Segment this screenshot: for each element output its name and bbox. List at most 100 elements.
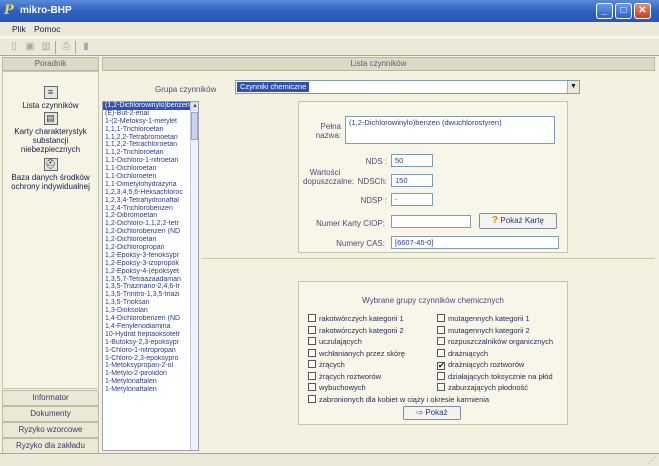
list-item[interactable]: 1,1,1-Trichloroetan bbox=[103, 126, 191, 134]
minimize-button[interactable]: _ bbox=[596, 3, 613, 19]
list-item[interactable]: 1-Chloro-2,3-epoksypro bbox=[103, 355, 191, 363]
ciop-field[interactable] bbox=[391, 215, 471, 228]
show-button[interactable]: ⇨ Pokaż bbox=[403, 406, 461, 420]
checkbox-box[interactable] bbox=[308, 360, 316, 368]
list-item[interactable]: 1-Metylo-2-pirolidon bbox=[103, 370, 191, 378]
nds-field[interactable]: 50 bbox=[391, 154, 433, 167]
list-item[interactable]: 1,1-Dimetylohydrazyna bbox=[103, 181, 191, 189]
group-checkbox[interactable]: uczulających bbox=[308, 337, 362, 346]
group-checkbox[interactable]: rozpuszczalników organicznych bbox=[437, 337, 553, 346]
list-item[interactable]: 1,4-Dichlorobenzen (ND bbox=[103, 315, 191, 323]
list-item[interactable]: 1,1,2,2-Tetrachloroetan bbox=[103, 141, 191, 149]
list-item[interactable]: 1,4-Fenylenodiamina bbox=[103, 323, 191, 331]
left-panel-header[interactable]: Poradnik bbox=[2, 57, 99, 71]
list-scrollbar[interactable]: ▲ bbox=[190, 102, 198, 450]
list-item[interactable]: 10-Hydrat heptaoksotetr bbox=[103, 331, 191, 339]
nav-karty-charakterystyk[interactable]: ▤ Karty charakterystyk substancji niebez… bbox=[3, 112, 98, 154]
list-item[interactable]: 1-(2-Metoksy-1-metylet bbox=[103, 118, 191, 126]
list-item[interactable]: 1,3,5-Trinitro-1,3,5-triazi bbox=[103, 291, 191, 299]
checkbox-box[interactable] bbox=[308, 325, 316, 334]
list-item[interactable]: 1,2-Dichloropropan bbox=[103, 244, 191, 252]
list-item[interactable]: 1-Metylonaftalen bbox=[103, 378, 191, 386]
checkbox-box[interactable] bbox=[308, 348, 316, 357]
list-item[interactable]: (E)-But-2-enal bbox=[103, 110, 191, 118]
list-item[interactable]: 1,1,2,2-Tetrabromoetan bbox=[103, 134, 191, 142]
checkbox-box[interactable] bbox=[308, 314, 316, 322]
dokumenty-button[interactable]: Dokumenty bbox=[2, 406, 99, 422]
ndsp-field[interactable]: - bbox=[391, 193, 433, 206]
checkbox-box[interactable] bbox=[308, 371, 316, 380]
nav-lista-czynnikow[interactable]: ≡ Lista czynników bbox=[3, 86, 98, 110]
group-checkbox[interactable]: mutagennych kategorii 1 bbox=[437, 314, 530, 323]
cas-field[interactable]: [6607-45-0] bbox=[391, 236, 559, 249]
list-item[interactable]: 1,2,3,4-Tetrahydronaftal bbox=[103, 197, 191, 205]
list-item[interactable]: 1,2-Epoksy-3-fenoksypr bbox=[103, 252, 191, 260]
checkbox-box[interactable] bbox=[437, 325, 445, 334]
checkbox-box[interactable] bbox=[437, 383, 445, 391]
list-item[interactable]: 1-Metoksypropan-2-ol bbox=[103, 362, 191, 370]
group-checkbox[interactable]: rakotwórczych kategorii 2 bbox=[308, 325, 404, 335]
list-item[interactable]: 1,2-Epoksy-4-(epoksyet bbox=[103, 268, 191, 276]
informator-button[interactable]: Informator bbox=[2, 390, 99, 406]
group-checkbox[interactable]: wchłanianych przez skórę bbox=[308, 348, 405, 358]
list-item[interactable]: 1,2-Dichlorobenzen (ND bbox=[103, 228, 191, 236]
checkbox-box[interactable] bbox=[437, 348, 445, 357]
nav-baza-srodkow-ochrony[interactable]: ⛑ Baza danych środków ochrony indywidual… bbox=[3, 158, 98, 191]
scroll-thumb[interactable] bbox=[191, 112, 198, 140]
menu-pomoc[interactable]: Pomoc bbox=[34, 24, 60, 34]
list-item[interactable]: 1,2-Dibromoetan bbox=[103, 212, 191, 220]
ryzyko-dla-zakladu-button[interactable]: Ryzyko dla zakładu bbox=[2, 438, 99, 454]
list-item[interactable]: 1,2,4-Trichlorobenzen bbox=[103, 205, 191, 213]
new-icon[interactable]: ▯ bbox=[8, 41, 20, 53]
group-select[interactable]: Czynniki chemiczne ▼ bbox=[235, 80, 580, 94]
group-checkbox[interactable]: mutagennych kategorii 2 bbox=[437, 325, 530, 335]
list-item[interactable]: 1,1-Dichloroetan bbox=[103, 165, 191, 173]
checkbox-box[interactable] bbox=[308, 383, 316, 391]
list-item[interactable]: 1,1-Dichloroeten bbox=[103, 173, 191, 181]
checkbox-box[interactable] bbox=[437, 371, 445, 380]
ryzyko-wzorcowe-button[interactable]: Ryzyko wzorcowe bbox=[2, 422, 99, 438]
group-checkbox[interactable]: wybuchowych bbox=[308, 383, 366, 392]
list-item[interactable]: 1-Metylonaftalen bbox=[103, 386, 191, 394]
export-icon[interactable]: ▮ bbox=[80, 41, 92, 53]
list-item[interactable]: 1,3,5-Trioksan bbox=[103, 299, 191, 307]
group-checkbox[interactable]: żrących bbox=[308, 360, 345, 369]
checkbox-box[interactable] bbox=[308, 395, 316, 403]
save-icon[interactable]: ▣ bbox=[24, 41, 36, 53]
group-checkbox[interactable]: działających toksycznie na płód bbox=[437, 371, 553, 381]
group-checkbox[interactable]: drażniących bbox=[437, 348, 488, 358]
list-item[interactable]: 1,2-Dichloroetan bbox=[103, 236, 191, 244]
factor-list[interactable]: (1,2-Dichlorowinylo)benzen (E)-But-2-enal… bbox=[102, 101, 199, 451]
checkbox-box[interactable] bbox=[437, 314, 445, 322]
list-item[interactable]: 1-Butoksy-2,3-epoksypr bbox=[103, 339, 191, 347]
group-checkbox[interactable]: zabronionych dla kobiet w ciąży i okresi… bbox=[308, 395, 489, 404]
resize-grip-icon[interactable]: ⋰ bbox=[648, 456, 657, 465]
list-item[interactable]: 1,3,5-Triazinano-2,4,6-tr bbox=[103, 283, 191, 291]
group-checkbox[interactable]: ✔ drażniących roztworów bbox=[437, 360, 524, 370]
menu-plik[interactable]: Plik bbox=[12, 24, 26, 34]
list-item[interactable]: 1,1-Dichloro-1-nitroetan bbox=[103, 157, 191, 165]
list-item[interactable]: (1,2-Dichlorowinylo)benzen bbox=[103, 102, 191, 110]
print-icon[interactable]: ⎙ bbox=[60, 41, 72, 53]
list-item[interactable]: 1,2,3,4,5,6-Heksachloroc bbox=[103, 189, 191, 197]
checkbox-box[interactable]: ✔ bbox=[437, 362, 445, 370]
delete-icon[interactable]: ▥ bbox=[40, 41, 52, 53]
group-checkbox[interactable]: żrących roztworów bbox=[308, 371, 381, 381]
checkbox-box[interactable] bbox=[308, 337, 316, 345]
group-checkbox[interactable]: rakotwórczych kategorii 1 bbox=[308, 314, 404, 323]
chevron-down-icon[interactable]: ▼ bbox=[567, 81, 579, 93]
list-item[interactable]: 1,1,2-Trichloroetan bbox=[103, 149, 191, 157]
scroll-up-icon[interactable]: ▲ bbox=[191, 102, 198, 111]
ndsch-field[interactable]: 150 bbox=[391, 174, 433, 187]
close-button[interactable]: ✕ bbox=[634, 3, 651, 19]
list-item[interactable]: 1,3,5,7-Tetraazaadaman bbox=[103, 276, 191, 284]
list-item[interactable]: 1-Chloro-1-nitropropan bbox=[103, 347, 191, 355]
checkbox-box[interactable] bbox=[437, 337, 445, 345]
list-item[interactable]: 1,2-Epoksy-3-izopropok bbox=[103, 260, 191, 268]
full-name-field[interactable]: (1,2-Dichlorowinylo)benzen (dwuchlorosty… bbox=[345, 116, 555, 144]
maximize-button[interactable]: □ bbox=[615, 3, 632, 19]
list-item[interactable]: 1,3-Dioksolan bbox=[103, 307, 191, 315]
group-checkbox[interactable]: zaburzających płodność bbox=[437, 383, 528, 392]
show-card-button[interactable]: ? Pokaż Kartę bbox=[479, 213, 557, 229]
list-item[interactable]: 1,2-Dichloro-1,1,2,2-tetr bbox=[103, 220, 191, 228]
